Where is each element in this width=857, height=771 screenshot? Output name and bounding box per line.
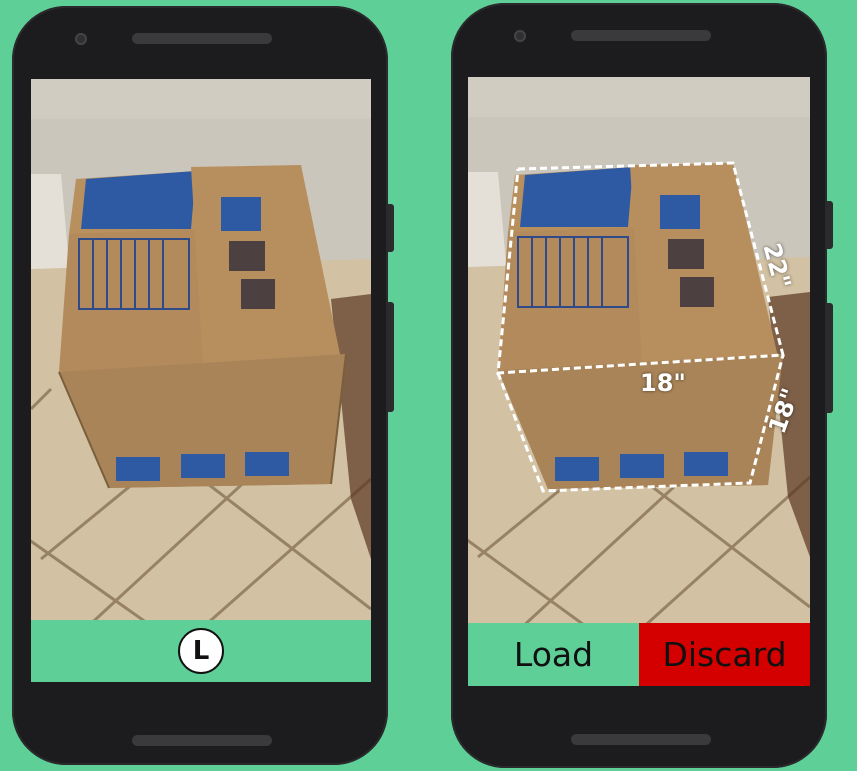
top-speaker — [132, 33, 272, 44]
front-camera-icon — [514, 30, 526, 42]
capture-button[interactable]: L — [178, 628, 224, 674]
volume-button — [827, 201, 833, 249]
power-button — [827, 303, 833, 413]
box-photo-measured — [468, 77, 810, 686]
volume-button — [388, 204, 394, 252]
box-photo — [31, 79, 371, 682]
capture-bar: L — [31, 620, 371, 682]
bottom-speaker — [132, 735, 272, 746]
camera-viewfinder: L — [31, 79, 371, 682]
discard-button[interactable]: Discard — [639, 623, 810, 686]
action-bar: Load Discard — [468, 623, 810, 686]
capture-button-label: L — [192, 636, 210, 666]
right-phone: 22" 18" 18" Load Discard — [451, 3, 833, 768]
front-camera-icon — [75, 33, 87, 45]
power-button — [388, 302, 394, 412]
bottom-speaker — [571, 734, 711, 745]
left-phone: L — [12, 6, 394, 765]
top-speaker — [571, 30, 711, 41]
load-button[interactable]: Load — [468, 623, 639, 686]
width-dimension-label: 18" — [640, 369, 686, 397]
measurement-view: 22" 18" 18" Load Discard — [468, 77, 810, 686]
